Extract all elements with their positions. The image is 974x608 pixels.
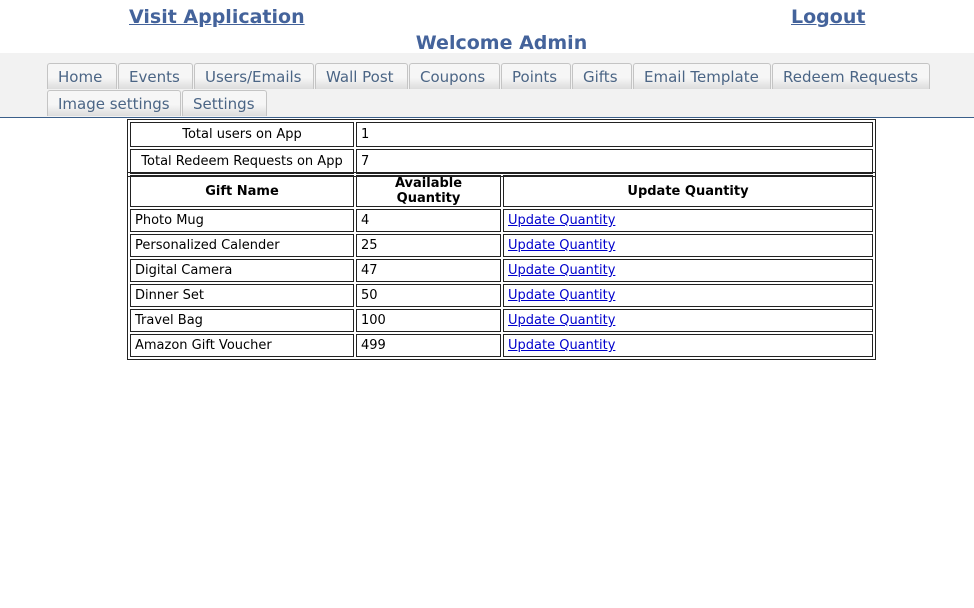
gift-name: Dinner Set bbox=[130, 284, 354, 307]
logout-link[interactable]: Logout bbox=[791, 6, 865, 28]
tab-events[interactable]: Events bbox=[118, 63, 193, 89]
summary-table: Total users on App 1 Total Redeem Reques… bbox=[127, 119, 876, 177]
update-cell: Update Quantity bbox=[503, 234, 873, 257]
table-header-row: Gift Name Available Quantity Update Quan… bbox=[130, 175, 873, 207]
tab-image-settings[interactable]: Image settings bbox=[47, 90, 181, 116]
tab-redeem-requests[interactable]: Redeem Requests bbox=[772, 63, 930, 89]
tab-wall-post[interactable]: Wall Post bbox=[315, 63, 408, 89]
gift-quantity: 25 bbox=[356, 234, 501, 257]
total-redeem-requests-label: Total Redeem Requests on App bbox=[130, 149, 354, 174]
table-row: Total users on App 1 bbox=[130, 122, 873, 147]
gift-quantity: 47 bbox=[356, 259, 501, 282]
gift-name: Personalized Calender bbox=[130, 234, 354, 257]
gift-name: Travel Bag bbox=[130, 309, 354, 332]
table-row: Personalized Calender 25 Update Quantity bbox=[130, 234, 873, 257]
table-row: Dinner Set 50 Update Quantity bbox=[130, 284, 873, 307]
tab-coupons[interactable]: Coupons bbox=[409, 63, 500, 89]
table-row: Digital Camera 47 Update Quantity bbox=[130, 259, 873, 282]
gift-name: Amazon Gift Voucher bbox=[130, 334, 354, 357]
update-quantity-link[interactable]: Update Quantity bbox=[508, 338, 615, 353]
gift-quantity: 499 bbox=[356, 334, 501, 357]
tab-home[interactable]: Home bbox=[47, 63, 117, 89]
table-row: Travel Bag 100 Update Quantity bbox=[130, 309, 873, 332]
update-quantity-link[interactable]: Update Quantity bbox=[508, 263, 615, 278]
gift-name: Digital Camera bbox=[130, 259, 354, 282]
column-header-gift-name: Gift Name bbox=[130, 175, 354, 207]
column-header-update-quantity: Update Quantity bbox=[503, 175, 873, 207]
update-cell: Update Quantity bbox=[503, 284, 873, 307]
nav-bar: Home Events Users/Emails Wall Post Coupo… bbox=[0, 53, 974, 118]
visit-application-link[interactable]: Visit Application bbox=[129, 6, 305, 28]
total-redeem-requests-value: 7 bbox=[356, 149, 873, 174]
update-quantity-link[interactable]: Update Quantity bbox=[508, 288, 615, 303]
update-cell: Update Quantity bbox=[503, 334, 873, 357]
gift-quantity: 100 bbox=[356, 309, 501, 332]
table-row: Amazon Gift Voucher 499 Update Quantity bbox=[130, 334, 873, 357]
welcome-heading: Welcome Admin bbox=[415, 32, 588, 54]
tab-points[interactable]: Points bbox=[501, 63, 571, 89]
total-users-label: Total users on App bbox=[130, 122, 354, 147]
total-users-value: 1 bbox=[356, 122, 873, 147]
tab-gifts[interactable]: Gifts bbox=[572, 63, 632, 89]
update-cell: Update Quantity bbox=[503, 209, 873, 232]
update-cell: Update Quantity bbox=[503, 259, 873, 282]
tab-email-template[interactable]: Email Template bbox=[633, 63, 771, 89]
table-row: Total Redeem Requests on App 7 bbox=[130, 149, 873, 174]
tab-users-emails[interactable]: Users/Emails bbox=[194, 63, 314, 89]
table-row: Photo Mug 4 Update Quantity bbox=[130, 209, 873, 232]
tab-settings[interactable]: Settings bbox=[182, 90, 267, 116]
update-quantity-link[interactable]: Update Quantity bbox=[508, 213, 615, 228]
gifts-table: Gift Name Available Quantity Update Quan… bbox=[127, 172, 876, 360]
update-quantity-link[interactable]: Update Quantity bbox=[508, 313, 615, 328]
gift-name: Photo Mug bbox=[130, 209, 354, 232]
update-quantity-link[interactable]: Update Quantity bbox=[508, 238, 615, 253]
column-header-available-quantity: Available Quantity bbox=[356, 175, 501, 207]
gift-quantity: 50 bbox=[356, 284, 501, 307]
update-cell: Update Quantity bbox=[503, 309, 873, 332]
gift-quantity: 4 bbox=[356, 209, 501, 232]
